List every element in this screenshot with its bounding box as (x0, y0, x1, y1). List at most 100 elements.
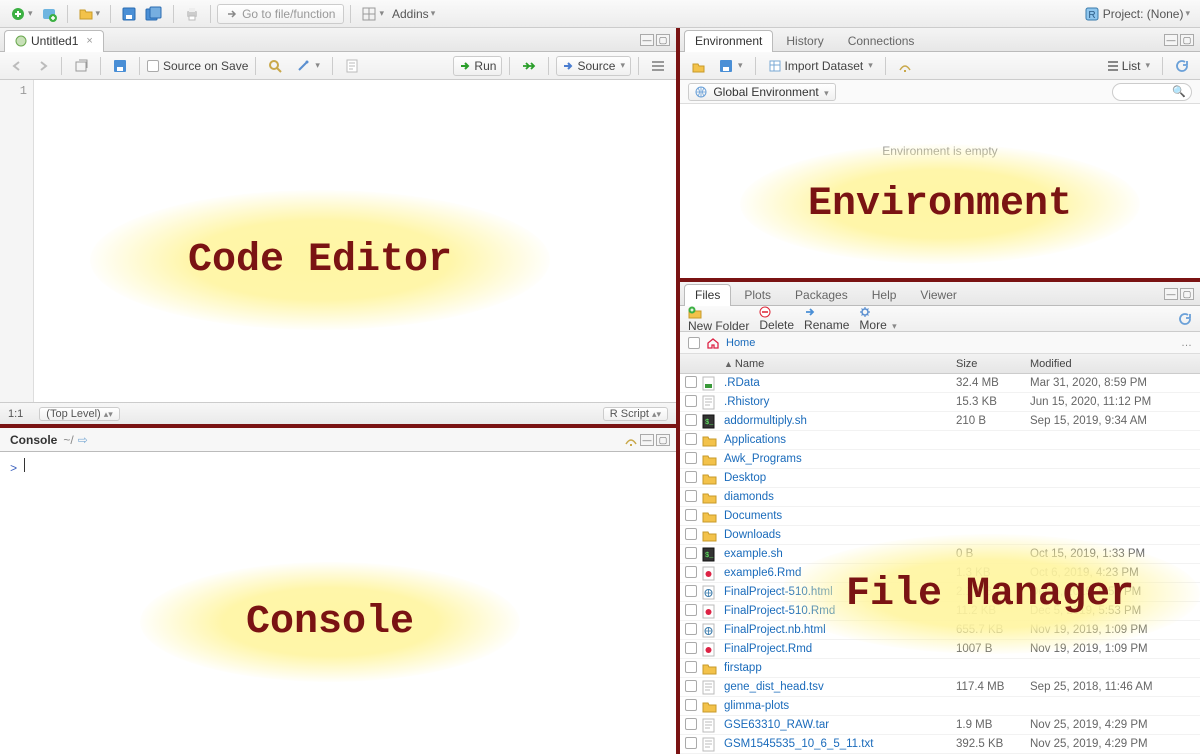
clear-env-button[interactable] (893, 59, 917, 73)
file-row[interactable]: FinalProject.nb.html655.7 KBNov 19, 2019… (680, 621, 1200, 640)
maximize-console-button[interactable]: ▢ (656, 434, 670, 446)
file-row[interactable]: FinalProject-510.Rmd11.2 KBDec 5, 2019, … (680, 602, 1200, 621)
row-checkbox[interactable] (685, 604, 697, 616)
col-modified[interactable]: Modified (1030, 358, 1200, 370)
file-name[interactable]: FinalProject-510.Rmd (724, 605, 835, 617)
minimize-files-button[interactable]: — (1164, 288, 1178, 300)
new-project-button[interactable] (37, 4, 61, 24)
row-checkbox[interactable] (685, 642, 697, 654)
run-button[interactable]: Run (453, 56, 502, 76)
file-name[interactable]: GSE63310_RAW.tar (724, 719, 829, 731)
file-row[interactable]: Applications (680, 431, 1200, 450)
console-arrow-icon[interactable]: ⇨ (78, 433, 88, 447)
refresh-files-button[interactable] (1178, 312, 1192, 326)
new-file-button[interactable]: ▾ (6, 4, 37, 24)
row-checkbox[interactable] (685, 452, 697, 464)
open-file-button[interactable]: ▾ (74, 4, 105, 24)
row-checkbox[interactable] (685, 509, 697, 521)
file-row[interactable]: FinalProject.Rmd1007 BNov 19, 2019, 1:09… (680, 640, 1200, 659)
wand-button[interactable]: ▾ (291, 58, 325, 74)
source-button[interactable]: Source ▾ (556, 56, 631, 76)
tab-environment[interactable]: Environment (684, 30, 773, 52)
file-row[interactable]: .Rhistory15.3 KBJun 15, 2020, 11:12 PM (680, 393, 1200, 412)
editor-tab[interactable]: Untitled1 × (4, 30, 104, 52)
file-name[interactable]: Documents (724, 510, 782, 522)
delete-button[interactable]: Delete (759, 306, 794, 332)
row-checkbox[interactable] (685, 414, 697, 426)
minimize-console-button[interactable]: — (640, 434, 654, 446)
file-row[interactable]: GSM1545535_10_6_5_11.txt392.5 KBNov 25, … (680, 735, 1200, 754)
save-workspace-button[interactable]: ▾ (714, 58, 748, 74)
close-icon[interactable]: × (86, 35, 92, 47)
maximize-env-button[interactable]: ▢ (1180, 34, 1194, 46)
file-name[interactable]: glimma-plots (724, 700, 789, 712)
row-checkbox[interactable] (685, 528, 697, 540)
tab-packages[interactable]: Packages (784, 284, 859, 306)
minimize-env-button[interactable]: — (1164, 34, 1178, 46)
select-all-checkbox[interactable] (688, 337, 700, 349)
tab-viewer[interactable]: Viewer (909, 284, 967, 306)
file-row[interactable]: Downloads (680, 526, 1200, 545)
forward-button[interactable] (32, 59, 54, 73)
file-name[interactable]: Applications (724, 434, 786, 446)
file-row[interactable]: example6.Rmd1.3 KBOct 6, 2019, 4:23 PM (680, 564, 1200, 583)
file-name[interactable]: Downloads (724, 529, 781, 541)
refresh-env-button[interactable] (1170, 58, 1194, 74)
scope-selector[interactable]: (Top Level) ▴▾ (39, 407, 120, 421)
panes-button[interactable]: ▾ (357, 4, 388, 24)
code-editor-body[interactable]: 1 Code Editor (0, 80, 676, 402)
file-name[interactable]: addormultiply.sh (724, 415, 807, 427)
file-row[interactable]: Documents (680, 507, 1200, 526)
file-name[interactable]: GSM1545535_10_6_5_11.txt (724, 738, 873, 750)
minimize-pane-button[interactable]: — (640, 34, 654, 46)
outline-button[interactable] (646, 59, 670, 73)
import-dataset-button[interactable]: Import Dataset ▾ (763, 58, 878, 74)
file-name[interactable]: Awk_Programs (724, 453, 802, 465)
env-view-mode[interactable]: List ▾ (1102, 58, 1155, 74)
find-button[interactable] (263, 58, 287, 74)
addins-menu[interactable]: Addins ▾ (388, 5, 439, 23)
file-row[interactable]: Awk_Programs (680, 450, 1200, 469)
row-checkbox[interactable] (685, 376, 697, 388)
row-checkbox[interactable] (685, 490, 697, 502)
file-name[interactable]: example.sh (724, 548, 783, 560)
row-checkbox[interactable] (685, 737, 697, 749)
row-checkbox[interactable] (685, 718, 697, 730)
file-name[interactable]: gene_dist_head.tsv (724, 681, 824, 693)
file-row[interactable]: GSE63310_RAW.tar1.9 MBNov 25, 2019, 4:29… (680, 716, 1200, 735)
file-row[interactable]: firstapp (680, 659, 1200, 678)
file-name[interactable]: diamonds (724, 491, 774, 503)
breadcrumb-home[interactable]: Home (726, 337, 755, 349)
project-menu[interactable]: R Project: (None) ▾ (1081, 5, 1194, 23)
file-name[interactable]: example6.Rmd (724, 567, 801, 579)
row-checkbox[interactable] (685, 699, 697, 711)
tab-connections[interactable]: Connections (837, 30, 926, 52)
rename-button[interactable]: Rename (804, 306, 849, 332)
file-row[interactable]: FinalProject-510.html2.1 MBDec 5, 2019, … (680, 583, 1200, 602)
editor-textarea[interactable] (34, 80, 676, 402)
file-row[interactable]: Desktop (680, 469, 1200, 488)
file-name[interactable]: .RData (724, 377, 760, 389)
col-size[interactable]: Size (956, 358, 1030, 370)
load-workspace-button[interactable] (686, 58, 710, 74)
clear-console-button[interactable] (624, 434, 638, 446)
row-checkbox[interactable] (685, 661, 697, 673)
maximize-pane-button[interactable]: ▢ (656, 34, 670, 46)
report-button[interactable] (340, 58, 364, 74)
maximize-files-button[interactable]: ▢ (1180, 288, 1194, 300)
more-button[interactable]: More ▾ (859, 306, 896, 332)
row-checkbox[interactable] (685, 585, 697, 597)
editor-save-button[interactable] (108, 58, 132, 74)
save-all-button[interactable] (141, 4, 167, 24)
row-checkbox[interactable] (685, 623, 697, 635)
tab-history[interactable]: History (775, 30, 834, 52)
source-on-save-checkbox[interactable] (147, 60, 159, 72)
file-name[interactable]: FinalProject-510.html (724, 586, 833, 598)
file-row[interactable]: $_addormultiply.sh210 BSep 15, 2019, 9:3… (680, 412, 1200, 431)
col-name[interactable]: ▲Name (722, 358, 956, 370)
console-body[interactable]: > Console (0, 452, 676, 754)
row-checkbox[interactable] (685, 471, 697, 483)
rerun-button[interactable] (517, 59, 541, 73)
print-button[interactable] (180, 4, 204, 24)
row-checkbox[interactable] (685, 566, 697, 578)
